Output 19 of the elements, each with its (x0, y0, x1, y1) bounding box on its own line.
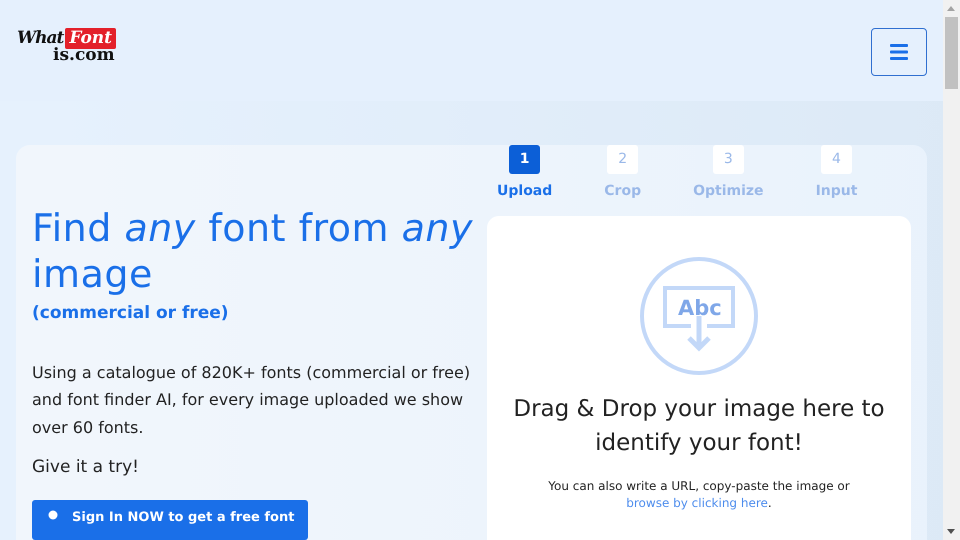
browse-link[interactable]: browse by clicking here (626, 496, 768, 510)
logo[interactable]: What Font is.com (17, 28, 116, 64)
hero-description: Using a catalogue of 820K+ fonts (commercial or free) and font finder AI, for every image uploaded we show over 60 fonts. (32, 362, 472, 438)
scrollbar[interactable] (943, 0, 960, 540)
logo-text: Font (65, 28, 116, 49)
hero-subheading: (commercial or free) (32, 302, 230, 322)
icon-text: Abc (678, 296, 722, 320)
dropzone-hint: You can also write a URL, copy-paste the image or browse by clicking here. (547, 478, 851, 512)
logo-text: What (17, 30, 64, 47)
logo-text: is.com (53, 47, 115, 64)
dropzone-title: Drag & Drop your image here to identify your font! (512, 394, 886, 458)
hero-heading: Find any font from any image (32, 204, 474, 296)
step-tab[interactable]: 1 Upload (497, 144, 552, 216)
dropzone[interactable]: Abc Drag & Drop your image here to identify your font! You can also write a URL, copy-paste the image or browse by clicking here. (487, 216, 911, 540)
menu-icon (890, 44, 908, 60)
menu-button[interactable] (871, 28, 927, 76)
sign-in-button[interactable]: Sign In NOW to get a free font (32, 500, 308, 540)
upload-text-icon (639, 256, 759, 376)
hero-prompt: Give it a try! (32, 457, 140, 477)
